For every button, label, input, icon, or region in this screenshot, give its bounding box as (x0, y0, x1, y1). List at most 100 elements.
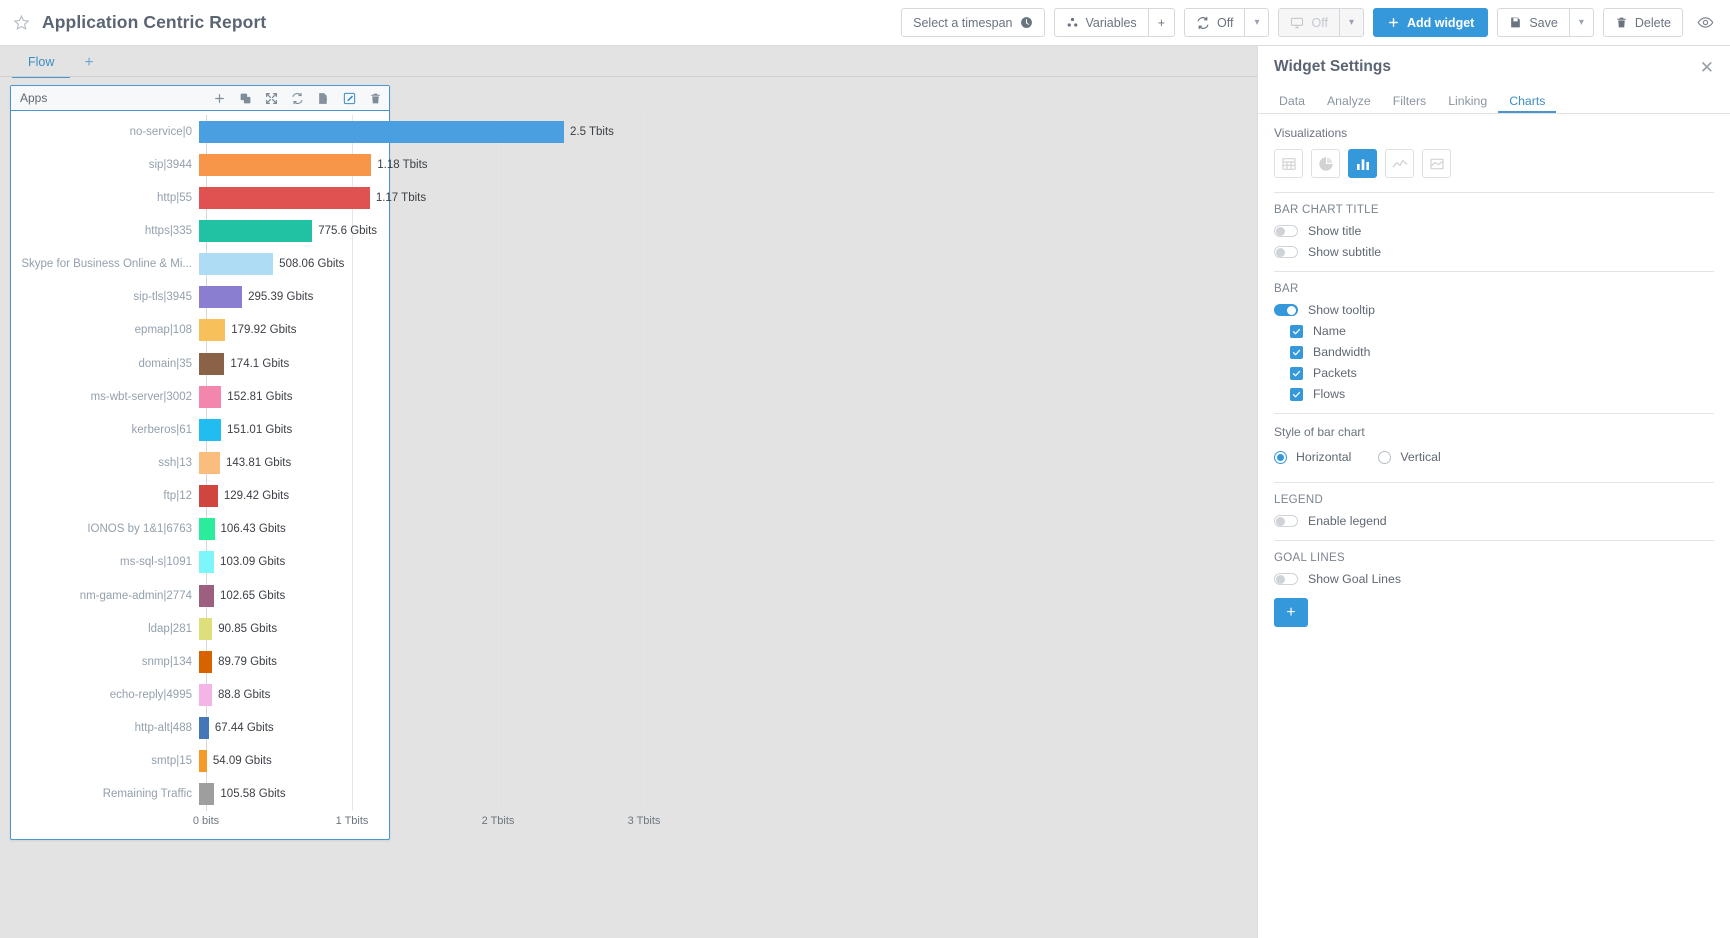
radio-vertical[interactable] (1378, 450, 1392, 464)
save-dropdown-button[interactable]: ▾ (1568, 8, 1594, 37)
timespan-button[interactable]: Select a timespan (901, 8, 1045, 37)
checkbox-checked-icon[interactable] (1290, 366, 1303, 380)
bar-row[interactable]: kerberos|61 151.01 Gbits (11, 413, 389, 446)
bar-rect[interactable] (199, 584, 214, 607)
bar-rect[interactable] (199, 783, 215, 806)
trash-icon[interactable] (369, 92, 382, 105)
pie-viz-icon[interactable] (1311, 149, 1340, 178)
presentation-mode-button[interactable]: Off (1278, 8, 1339, 37)
bar-rect[interactable] (199, 120, 564, 143)
bar-rect[interactable] (199, 650, 213, 673)
bar-row[interactable]: ldap|281 90.85 Gbits (11, 612, 389, 645)
bar-rect[interactable] (199, 683, 212, 706)
add-widget-button[interactable]: Add widget (1372, 8, 1489, 37)
bar-row[interactable]: Remaining Traffic 105.58 Gbits (11, 778, 389, 811)
show-subtitle-toggle[interactable] (1274, 246, 1298, 258)
close-icon[interactable]: ✕ (1700, 59, 1714, 76)
bar-row[interactable]: no-service|0 2.5 Tbits (11, 115, 614, 148)
bar-row-label: ms-sql-s|1091 (119, 556, 192, 569)
show-title-row[interactable]: Show title (1274, 224, 1714, 238)
refresh-icon[interactable] (291, 92, 304, 105)
show-goal-lines-row[interactable]: Show Goal Lines (1274, 572, 1714, 586)
tooltip-field-packets[interactable]: Packets (1290, 366, 1714, 380)
bar-row[interactable]: http|55 1.17 Tbits (11, 181, 426, 214)
tooltip-field-name[interactable]: Name (1290, 324, 1714, 338)
chart-plot-area: no-service|0 2.5 Tbits sip|3944 1.18 Tbits h… (11, 115, 614, 811)
presentation-dropdown-button[interactable]: ▾ (1338, 8, 1364, 37)
bar-rect[interactable] (199, 485, 218, 508)
bar-row[interactable]: sip-tls|3945 295.39 Gbits (11, 281, 389, 314)
delete-button[interactable]: Delete (1602, 8, 1683, 37)
bar-rect[interactable] (199, 186, 370, 209)
show-tooltip-row[interactable]: Show tooltip (1274, 303, 1714, 317)
auto-refresh-button[interactable]: Off (1184, 8, 1245, 37)
duplicate-icon[interactable] (239, 92, 252, 105)
bar-rect[interactable] (199, 153, 372, 176)
bar-row[interactable]: nm-game-admin|2774 102.65 Gbits (11, 579, 389, 612)
bar-rect[interactable] (199, 750, 207, 773)
export-icon[interactable] (317, 92, 330, 105)
tab-flow[interactable]: Flow (12, 55, 71, 78)
bar-row[interactable]: ssh|13 143.81 Gbits (11, 446, 389, 479)
checkbox-checked-icon[interactable] (1290, 324, 1303, 338)
area-viz-icon[interactable] (1422, 149, 1451, 178)
line-viz-icon[interactable] (1385, 149, 1414, 178)
bar-row[interactable]: IONOS by 1&1|6763 106.43 Gbits (11, 513, 389, 546)
show-tooltip-toggle[interactable] (1274, 304, 1298, 316)
bar-row[interactable]: domain|35 174.1 Gbits (11, 347, 389, 380)
bar-rect[interactable] (199, 418, 222, 441)
edit-icon[interactable] (343, 92, 356, 105)
show-subtitle-row[interactable]: Show subtitle (1274, 245, 1714, 259)
tab-charts[interactable]: Charts (1498, 94, 1557, 113)
save-button[interactable]: Save (1497, 8, 1569, 37)
enable-legend-row[interactable]: Enable legend (1274, 514, 1714, 528)
bar-rect[interactable] (199, 617, 213, 640)
add-tab-button[interactable]: + (70, 55, 107, 78)
enable-legend-toggle[interactable] (1274, 515, 1298, 527)
tab-analyze[interactable]: Analyze (1316, 94, 1382, 113)
refresh-group: Off ▾ (1184, 8, 1270, 37)
bar-rect[interactable] (199, 319, 226, 342)
bar-row[interactable]: ftp|12 129.42 Gbits (11, 480, 389, 513)
bar-viz-icon[interactable] (1348, 149, 1377, 178)
bar-row[interactable]: epmap|108 179.92 Gbits (11, 314, 389, 347)
fullscreen-icon[interactable] (265, 92, 278, 105)
show-title-toggle[interactable] (1274, 225, 1298, 237)
tooltip-field-flows[interactable]: Flows (1290, 387, 1714, 401)
refresh-dropdown-button[interactable]: ▾ (1244, 8, 1270, 37)
tab-data[interactable]: Data (1268, 94, 1316, 113)
bar-row[interactable]: https|335 775.6 Gbits (11, 214, 389, 247)
bar-row[interactable]: http-alt|488 67.44 Gbits (11, 712, 389, 745)
bar-rect[interactable] (199, 551, 215, 574)
bar-rect[interactable] (199, 518, 215, 541)
eye-icon[interactable] (1692, 10, 1718, 36)
bar-rect[interactable] (199, 219, 313, 242)
tab-linking[interactable]: Linking (1437, 94, 1498, 113)
bar-rect[interactable] (199, 717, 209, 740)
bar-rect[interactable] (199, 253, 274, 276)
tooltip-field-bandwidth[interactable]: Bandwidth (1290, 345, 1714, 359)
checkbox-checked-icon[interactable] (1290, 345, 1303, 359)
bar-rect[interactable] (199, 451, 220, 474)
checkbox-checked-icon[interactable] (1290, 387, 1303, 401)
bar-row[interactable]: sip|3944 1.18 Tbits (11, 148, 428, 181)
plus-icon[interactable] (213, 92, 226, 105)
bar-rect[interactable] (199, 352, 225, 375)
bar-rect[interactable] (199, 286, 243, 309)
star-outline-icon[interactable] (8, 10, 34, 36)
variables-button[interactable]: Variables (1053, 8, 1148, 37)
bar-row[interactable]: echo-reply|4995 88.8 Gbits (11, 678, 389, 711)
tab-filters[interactable]: Filters (1382, 94, 1437, 113)
show-goal-lines-toggle[interactable] (1274, 573, 1298, 585)
bar-rect[interactable] (199, 385, 222, 408)
bar-row[interactable]: smtp|15 54.09 Gbits (11, 745, 389, 778)
add-goal-line-button[interactable]: + (1274, 598, 1308, 627)
bar-row[interactable]: ms-sql-s|1091 103.09 Gbits (11, 546, 389, 579)
bar-row[interactable]: ms-wbt-server|3002 152.81 Gbits (11, 380, 389, 413)
add-variable-button[interactable]: + (1147, 8, 1175, 37)
radio-horizontal[interactable] (1274, 450, 1287, 464)
bar-row[interactable]: snmp|134 89.79 Gbits (11, 645, 389, 678)
bar-row[interactable]: Skype for Business Online & Mi... 508.06 … (11, 248, 389, 281)
table-viz-icon[interactable] (1274, 149, 1303, 178)
apps-widget[interactable]: Apps no-service|0 2.5 Tbits sip|3944 1.1… (10, 85, 660, 840)
